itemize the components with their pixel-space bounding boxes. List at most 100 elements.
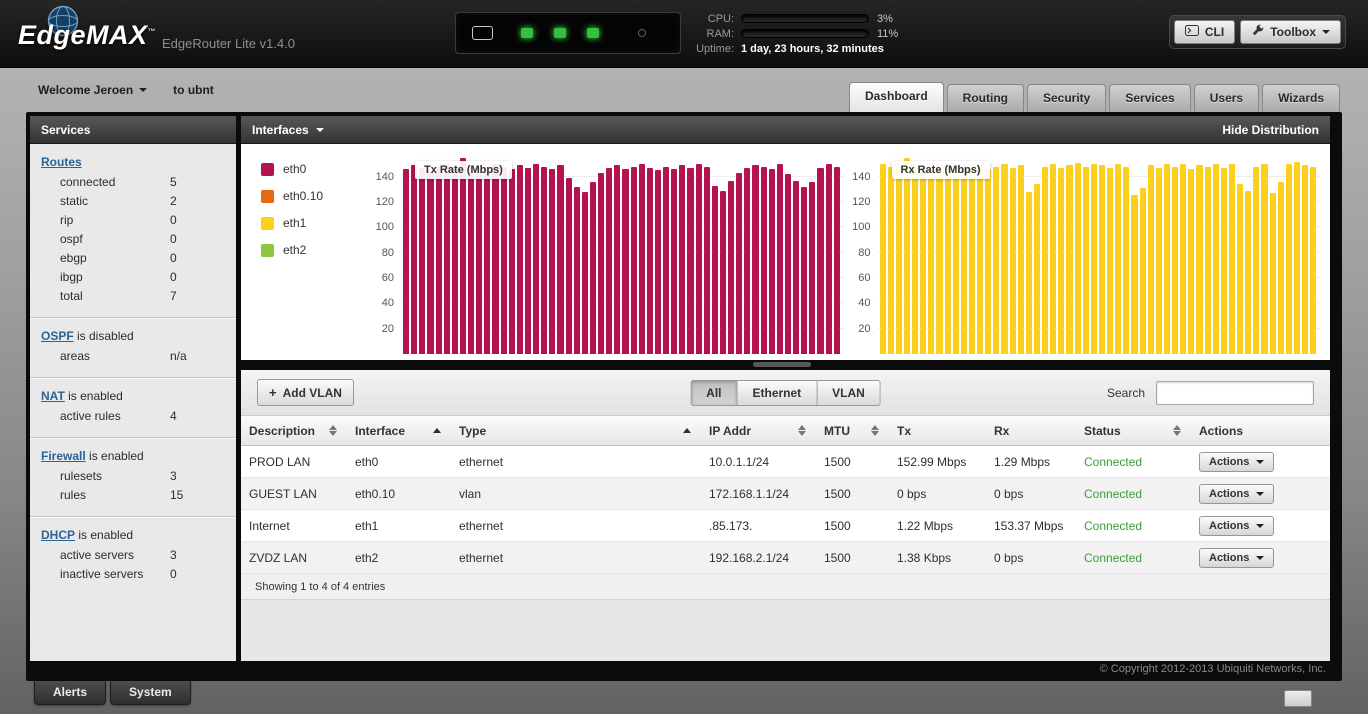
sidebar-stat-row: active rules 4 — [30, 407, 236, 426]
legend-item-eth0-10: eth0.10 — [261, 189, 367, 203]
wrench-icon — [1251, 24, 1264, 40]
sidebar-service-link[interactable]: OSPF — [41, 329, 74, 343]
chart-bar — [1196, 165, 1203, 354]
bottom-tab-alerts[interactable]: Alerts — [34, 681, 107, 705]
bottom-right-widget[interactable] — [1284, 690, 1312, 707]
row-actions-button[interactable]: Actions — [1199, 547, 1275, 568]
chart-bar — [1261, 164, 1268, 354]
sidebar-service-link[interactable]: NAT — [41, 389, 65, 403]
sidebar-section-rows: active rules 4 — [30, 407, 236, 426]
chart-bar — [549, 169, 556, 354]
chart-bar — [776, 164, 783, 354]
add-vlan-button[interactable]: + Add VLAN — [257, 379, 354, 406]
sidebar-service-link[interactable]: Firewall — [41, 449, 86, 463]
chart-bar — [1310, 166, 1317, 354]
sidebar-service-link[interactable]: DHCP — [41, 528, 75, 542]
cell-tx: 1.22 Mbps — [897, 518, 954, 533]
cell-type: ethernet — [459, 454, 504, 469]
toolbox-button[interactable]: Toolbox — [1240, 20, 1341, 44]
tab-wizards[interactable]: Wizards — [1262, 84, 1340, 112]
sidebar-service-link[interactable]: Routes — [41, 155, 82, 169]
row-actions-button[interactable]: Actions — [1199, 515, 1275, 536]
uptime-value: 1 day, 23 hours, 32 minutes — [741, 42, 884, 55]
y-axis: 20 40 60 80 100 120 140 — [371, 154, 401, 354]
filter-vlan[interactable]: VLAN — [817, 379, 881, 406]
stat-label: rulesets — [60, 469, 103, 483]
chart-bar — [663, 166, 670, 354]
chart-bar — [1050, 164, 1057, 354]
chart-bar — [638, 164, 645, 354]
row-actions-button[interactable]: Actions — [1199, 483, 1275, 504]
column-header-type[interactable]: Type — [451, 416, 701, 445]
legend-item-eth2: eth2 — [261, 243, 367, 257]
sidebar-service-status: is enabled — [64, 389, 123, 403]
y-tick-label: 40 — [381, 297, 394, 310]
cell-actions: Actions — [1191, 483, 1330, 504]
column-header-tx[interactable]: Tx — [889, 416, 986, 445]
tab-security[interactable]: Security — [1026, 84, 1107, 112]
column-header-status[interactable]: Status — [1076, 416, 1191, 445]
bottom-tab-label: Alerts — [53, 685, 88, 699]
user-menu[interactable]: Welcome Jeroen — [38, 83, 148, 97]
chart-bar — [887, 166, 894, 354]
column-header-actions[interactable]: Actions — [1191, 416, 1330, 445]
filter-ethernet[interactable]: Ethernet — [737, 379, 818, 406]
stat-label: total — [60, 289, 83, 303]
filter-all[interactable]: All — [690, 379, 738, 406]
column-header-rx[interactable]: Rx — [986, 416, 1076, 445]
column-label: MTU — [824, 423, 850, 438]
column-header-description[interactable]: Description — [241, 416, 347, 445]
interfaces-dropdown[interactable]: Interfaces — [252, 123, 324, 137]
cli-button[interactable]: CLI — [1173, 20, 1236, 44]
chart-bar — [492, 164, 499, 354]
tab-dashboard[interactable]: Dashboard — [848, 82, 944, 112]
ram-percent: 11% — [877, 27, 899, 40]
stat-value: 0 — [170, 251, 177, 265]
chart-bar — [1009, 167, 1016, 354]
column-label: Rx — [994, 423, 1010, 438]
chevron-down-icon — [315, 127, 324, 132]
tab-users[interactable]: Users — [1193, 84, 1260, 112]
column-header-mtu[interactable]: MTU — [816, 416, 889, 445]
y-tick-label: 80 — [858, 246, 871, 259]
chart-bar — [728, 180, 735, 354]
header-button-group: CLI Toolbox — [1168, 15, 1346, 49]
y-tick-label: 100 — [375, 221, 394, 234]
chart-bar — [936, 162, 943, 354]
horizontal-scrollbar — [241, 360, 1330, 370]
tab-routing[interactable]: Routing — [946, 84, 1024, 112]
chart-bar — [476, 167, 483, 354]
sort-icon — [329, 425, 337, 436]
cell-ip-addr: 10.0.1.1/24 — [709, 454, 770, 469]
column-header-ip-addr[interactable]: IP Addr — [701, 416, 816, 445]
chart-bar — [1074, 162, 1081, 354]
sidebar-stat-row: inactive servers 0 — [30, 565, 236, 584]
chart-bar — [646, 167, 653, 354]
chart-bar — [1066, 165, 1073, 354]
chart-bar — [1147, 165, 1154, 354]
row-actions-button[interactable]: Actions — [1199, 451, 1275, 472]
chart-bar — [1033, 184, 1040, 354]
tab-label: Routing — [962, 91, 1008, 105]
column-label: Status — [1084, 423, 1121, 438]
stat-label: static — [60, 194, 89, 208]
column-header-interface[interactable]: Interface — [347, 416, 451, 445]
chart-bar — [1115, 164, 1122, 354]
sidebar-section-title: Routes — [30, 153, 236, 173]
port-led — [521, 28, 533, 38]
legend-label: eth0 — [283, 162, 307, 176]
y-axis: 20 40 60 80 100 120 140 — [848, 154, 878, 354]
chart-bar — [736, 173, 743, 354]
chart-bar — [1131, 194, 1138, 354]
chart-bar — [912, 164, 919, 354]
search-input[interactable] — [1156, 380, 1314, 405]
scrollbar-thumb[interactable] — [752, 362, 811, 367]
hide-distribution-link[interactable]: Hide Distribution — [1222, 123, 1319, 137]
chart-bar — [403, 169, 410, 354]
bottom-tab-system[interactable]: System — [110, 681, 191, 705]
cell-interface: eth2 — [355, 550, 379, 565]
table-row-eth1: Internet eth1 ethernet .85.173. 1500 1.2… — [241, 510, 1330, 542]
tab-services[interactable]: Services — [1109, 84, 1191, 112]
port-led — [554, 28, 566, 38]
plot-area: Rx Rate (Mbps) — [877, 154, 1320, 354]
